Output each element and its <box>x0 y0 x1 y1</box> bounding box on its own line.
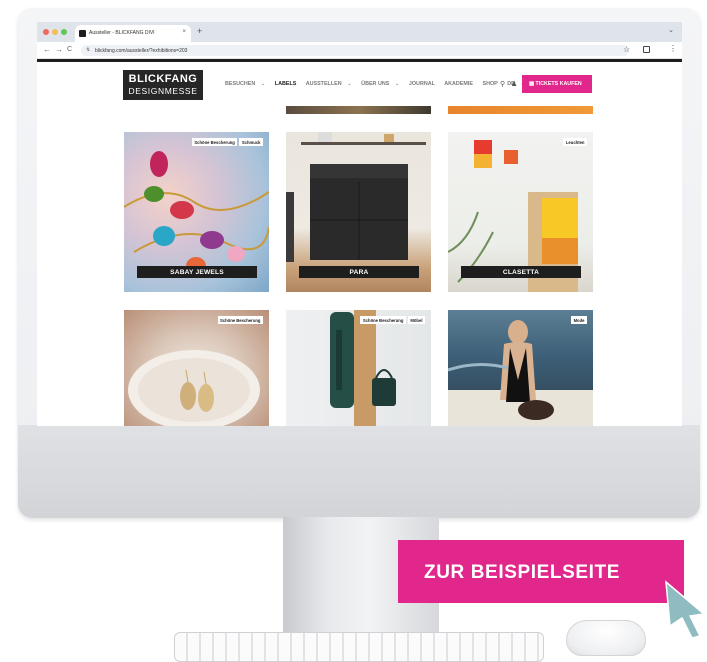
tab-bar: Aussteller - BLICKFANG DIVI × + ⌄ <box>37 22 682 42</box>
side-panel-icon[interactable] <box>643 46 650 53</box>
blickfang-logo[interactable]: BLICKFANG DESIGNMESSE <box>123 70 203 100</box>
card-image-partial[interactable] <box>448 106 593 114</box>
tag[interactable]: Möbel <box>407 316 425 324</box>
tag-list: Schöne Bescherung Schmuck <box>191 138 263 146</box>
tag[interactable]: Schöne Bescherung <box>360 316 406 324</box>
chevron-down-icon: ⌄ <box>394 81 400 87</box>
coat-hook-photo <box>330 310 396 426</box>
tickets-button[interactable]: ▩ TICKETS KAUFEN <box>522 75 592 93</box>
tag-list: Leuchten <box>563 138 587 146</box>
card-title: SABAY JEWELS <box>137 266 257 278</box>
maximize-window-dot[interactable] <box>61 29 67 35</box>
card-image-partial[interactable] <box>286 106 431 114</box>
chevron-down-icon: ⌄ <box>260 81 266 87</box>
tag-list: Schöne Bescherung Möbel <box>360 316 425 324</box>
tab-search-chevron-icon[interactable]: ⌄ <box>668 26 674 34</box>
new-tab-icon[interactable]: + <box>197 26 202 36</box>
nav-item-akademie[interactable]: AKADEMIE <box>444 81 477 87</box>
logo-line2: DESIGNMESSE <box>128 86 198 96</box>
tag[interactable]: Schmuck <box>239 138 263 146</box>
tag[interactable]: Schöne Bescherung <box>191 138 238 146</box>
close-window-dot[interactable] <box>43 29 49 35</box>
site-info-icon[interactable]: ⇅ <box>86 47 90 53</box>
address-bar[interactable]: ⇅ blickfang.com/aussteller/?exhibitions=… <box>81 45 629 56</box>
tag[interactable]: Leuchten <box>563 138 587 146</box>
exhibitor-card[interactable]: Schöne Bescherung <box>124 310 269 426</box>
tag[interactable]: Mode <box>571 316 587 324</box>
exhibitor-card[interactable]: Mode <box>448 310 593 426</box>
exhibitor-card-sabay-jewels[interactable]: Schöne Bescherung Schmuck SABAY JEWELS <box>124 132 269 292</box>
nav-item-shop[interactable]: SHOP <box>483 81 502 87</box>
address-toolbar: ← → C ⇅ blickfang.com/aussteller/?exhibi… <box>37 42 682 59</box>
url-text: blickfang.com/aussteller/?exhibitions=20… <box>95 48 188 54</box>
product-mockup: Aussteller - BLICKFANG DIVI × + ⌄ ← → C … <box>0 0 707 662</box>
tickets-button-label: TICKETS KAUFEN <box>535 81 582 87</box>
keyboard <box>174 632 544 662</box>
minimize-window-dot[interactable] <box>52 29 58 35</box>
ticket-icon: ▩ <box>529 81 535 87</box>
tag[interactable]: Schöne Bescherung <box>217 316 263 324</box>
reload-icon[interactable]: C <box>67 46 72 53</box>
main-nav: BESUCHEN ⌄ LABELS AUSSTELLEN ⌄ ÜBER UNS … <box>225 81 533 87</box>
exhibitor-card-para[interactable]: PARA <box>286 132 431 292</box>
earrings-photo <box>128 350 260 426</box>
cursor-arrow-icon <box>665 580 706 639</box>
logo-line1: BLICKFANG <box>128 73 198 85</box>
forward-icon[interactable]: → <box>55 45 63 54</box>
nav-item-labels[interactable]: LABELS <box>275 81 301 87</box>
bookmark-star-icon[interactable]: ☆ <box>623 45 630 54</box>
search-icon[interactable]: ⚲ <box>500 80 505 88</box>
tab-close-icon[interactable]: × <box>182 29 186 35</box>
browser-tab[interactable]: Aussteller - BLICKFANG DIVI × <box>75 25 191 42</box>
exhibitor-card-clasetta[interactable]: Leuchten CLASETTA <box>448 132 593 292</box>
nav-item-ausstellen[interactable]: AUSSTELLEN ⌄ <box>306 81 356 87</box>
imac-chin <box>18 425 700 518</box>
tag-list: Mode <box>571 316 587 324</box>
nav-item-journal[interactable]: JOURNAL <box>409 81 439 87</box>
site-header: BLICKFANG DESIGNMESSE BESUCHEN ⌄ LABELS … <box>37 62 682 106</box>
card-title: CLASETTA <box>461 266 581 278</box>
browser-screen: Aussteller - BLICKFANG DIVI × + ⌄ ← → C … <box>37 22 682 426</box>
browser-menu-icon[interactable]: ⋮ <box>669 44 677 53</box>
mouse <box>566 620 646 656</box>
example-page-button-label: ZUR BEISPIELSEITE <box>424 562 621 583</box>
exhibitor-card[interactable]: Schöne Bescherung Möbel <box>286 310 431 426</box>
nav-item-besuchen[interactable]: BESUCHEN ⌄ <box>225 81 269 87</box>
nav-item-ueber-uns[interactable]: ÜBER UNS ⌄ <box>361 81 403 87</box>
example-page-button[interactable]: ZUR BEISPIELSEITE <box>398 540 684 603</box>
tag-list: Schöne Bescherung <box>217 316 263 324</box>
chevron-down-icon: ⌄ <box>347 81 352 87</box>
user-icon[interactable]: ♟ <box>511 80 517 88</box>
favicon-icon <box>79 30 86 37</box>
card-title: PARA <box>299 266 419 278</box>
fashion-photo <box>448 320 593 426</box>
back-icon[interactable]: ← <box>43 45 51 54</box>
tab-title: Aussteller - BLICKFANG DIVI <box>89 30 155 36</box>
